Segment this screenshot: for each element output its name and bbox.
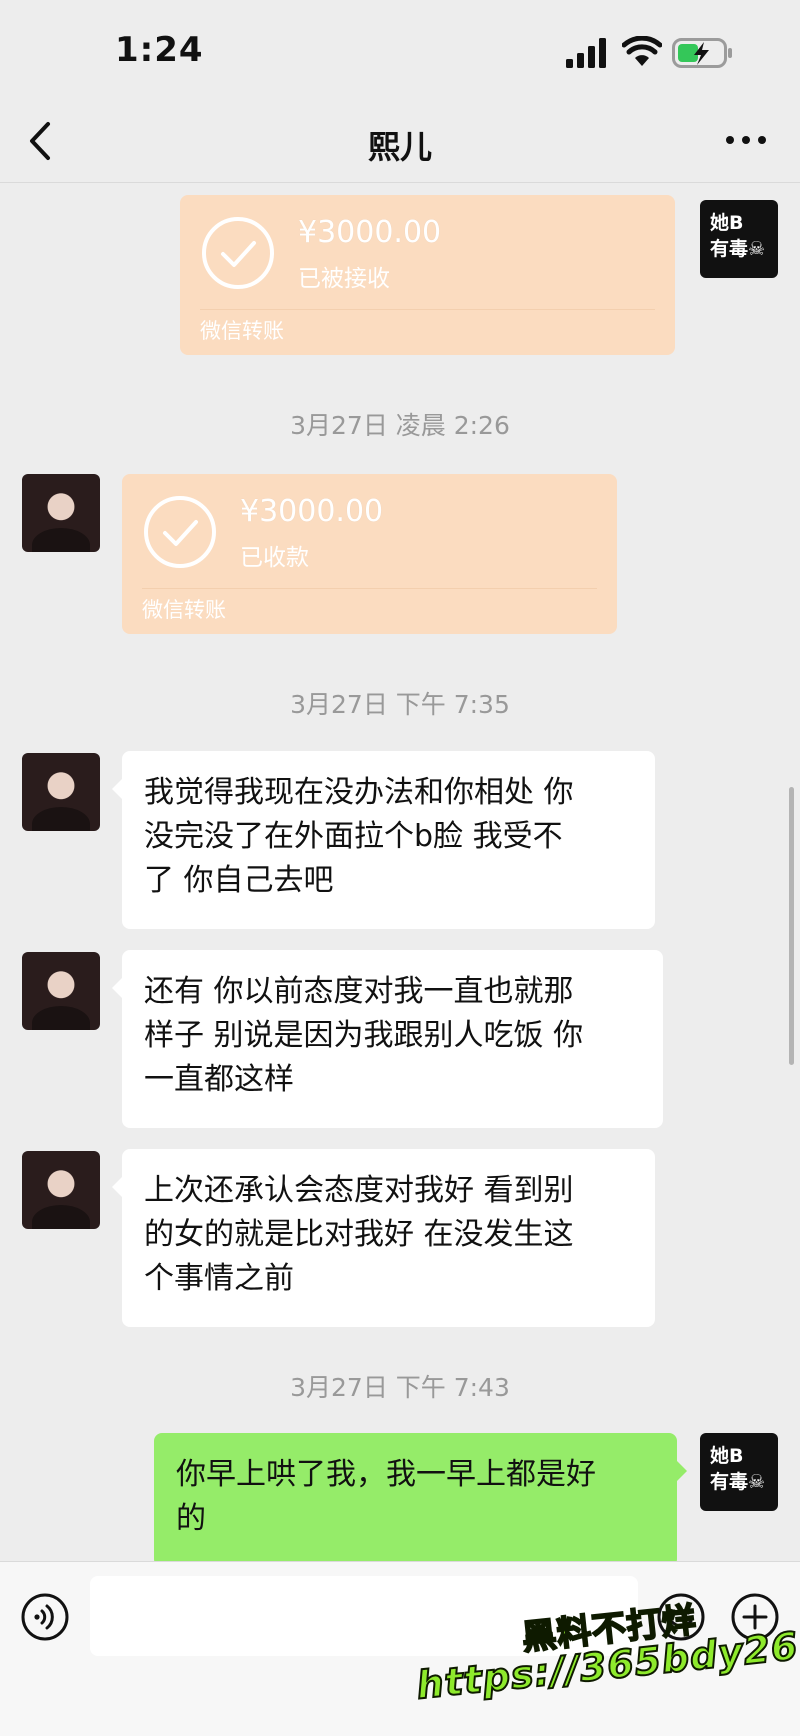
ellipsis-icon[interactable]: [724, 130, 768, 150]
voice-icon[interactable]: [20, 1592, 70, 1642]
my-avatar-text-line1: 她B: [710, 1445, 744, 1467]
transfer-card-received[interactable]: ¥3000.00 已收款 微信转账: [122, 474, 617, 634]
message-line: 的: [176, 1501, 206, 1536]
contact-avatar[interactable]: [22, 753, 100, 831]
transfer-amount: ¥3000.00: [240, 494, 384, 529]
my-avatar-text-line2: 有毒☠: [710, 238, 766, 260]
contact-avatar[interactable]: [22, 1151, 100, 1229]
my-avatar[interactable]: 她B 有毒☠: [700, 1433, 778, 1511]
contact-avatar[interactable]: [22, 474, 100, 552]
contact-avatar[interactable]: [22, 952, 100, 1030]
message-bubble-received[interactable]: 上次还承认会态度对我好 看到别 的女的就是比对我好 在没发生这 个事情之前: [112, 1149, 655, 1327]
check-circle-icon: [144, 496, 216, 568]
message-line: 没完没了在外面拉个b脸 我受不: [144, 819, 563, 854]
chat-header: 熙儿: [0, 100, 800, 183]
message-line: 还有 你以前态度对我一直也就那: [144, 974, 574, 1009]
timestamp: 3月27日 下午 7:43: [290, 1373, 510, 1402]
wechat-chat-screen: 1:24 熙儿 ¥3000.00 已被接收 微信转账 她B 有毒☠ 3月27日 …: [0, 0, 800, 1736]
status-bar: 1:24: [0, 0, 800, 100]
message-line: 样子 别说是因为我跟别人吃饭 你: [144, 1018, 584, 1053]
message-bubble-sent[interactable]: 你早上哄了我，我一早上都是好 的: [154, 1433, 687, 1561]
transfer-divider: [142, 588, 597, 589]
timestamp: 3月27日 凌晨 2:26: [290, 411, 510, 440]
transfer-card-sent[interactable]: ¥3000.00 已被接收 微信转账: [180, 195, 675, 355]
message-bubble-received[interactable]: 还有 你以前态度对我一直也就那 样子 别说是因为我跟别人吃饭 你 一直都这样: [112, 950, 663, 1128]
message-line: 个事情之前: [144, 1261, 294, 1296]
transfer-amount: ¥3000.00: [298, 215, 442, 250]
status-time: 1:24: [115, 30, 204, 70]
scrollbar[interactable]: [789, 787, 794, 1065]
message-list[interactable]: ¥3000.00 已被接收 微信转账 她B 有毒☠ 3月27日 凌晨 2:26 …: [0, 183, 800, 1561]
my-avatar-text-line1: 她B: [710, 212, 744, 234]
transfer-label: 微信转账: [200, 319, 284, 343]
timestamp: 3月27日 下午 7:35: [290, 690, 510, 719]
message-line: 我觉得我现在没办法和你相处 你: [144, 775, 574, 810]
message-line: 了 你自己去吧: [144, 863, 334, 898]
transfer-divider: [200, 309, 655, 310]
chat-title[interactable]: 熙儿: [0, 122, 800, 168]
message-line: 一直都这样: [144, 1062, 294, 1097]
wifi-icon: [622, 36, 662, 66]
message-line: 的女的就是比对我好 在没发生这: [144, 1217, 574, 1252]
my-avatar-text-line2: 有毒☠: [710, 1471, 766, 1493]
my-avatar[interactable]: 她B 有毒☠: [700, 200, 778, 278]
transfer-status: 已收款: [240, 545, 309, 571]
transfer-label: 微信转账: [142, 598, 226, 622]
battery-charging-icon: [672, 38, 732, 68]
message-bubble-received[interactable]: 我觉得我现在没办法和你相处 你 没完没了在外面拉个b脸 我受不 了 你自己去吧: [112, 751, 655, 929]
message-line: 上次还承认会态度对我好 看到别: [144, 1173, 574, 1208]
message-line: 你早上哄了我，我一早上都是好: [176, 1457, 596, 1492]
check-circle-icon: [202, 217, 274, 289]
transfer-status: 已被接收: [298, 266, 390, 292]
signal-icon: [566, 38, 606, 68]
